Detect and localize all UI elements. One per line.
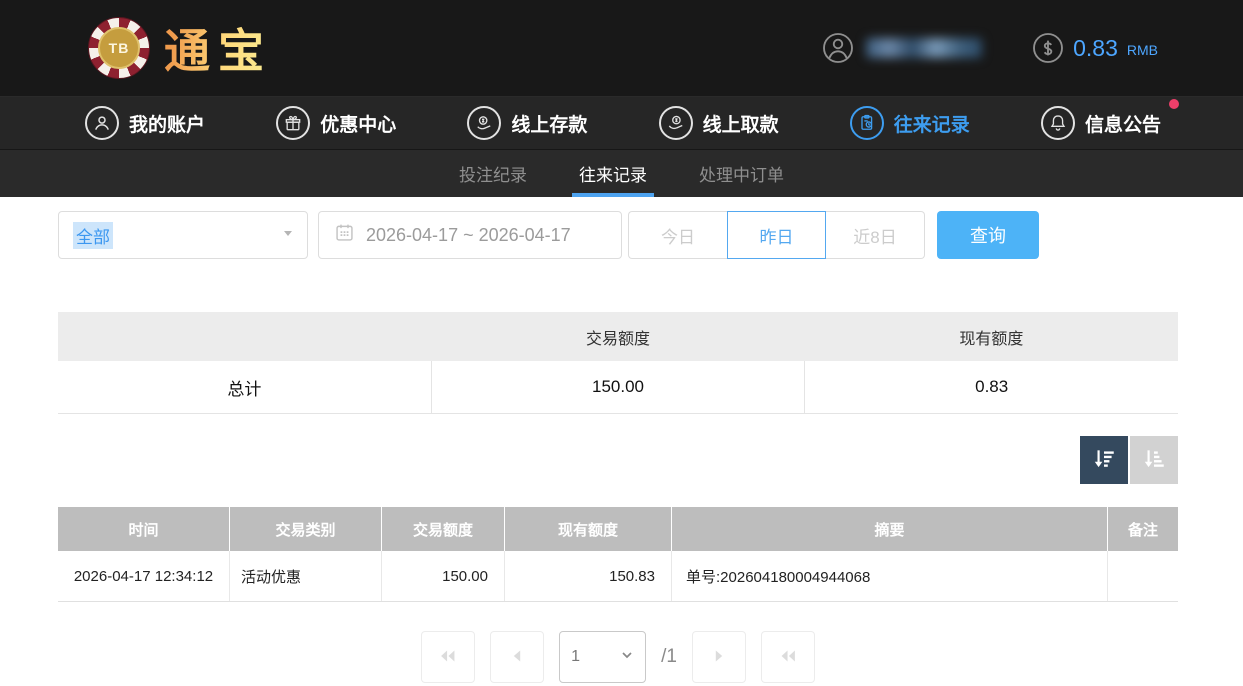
today-button[interactable]: 今日 [628,211,727,259]
chevron-down-icon [620,648,634,667]
nav-item-online-deposit[interactable]: 线上存款 [467,106,587,140]
records-icon [850,106,884,140]
cell-trade-amount: 150.00 [382,551,505,601]
summary-header-current-balance: 现有额度 [805,325,1178,349]
header-time: 时间 [58,507,230,551]
brand-name: 通宝 [164,15,272,81]
table-row: 2026-04-17 12:34:12 活动优惠 150.00 150.83 单… [58,551,1178,602]
last-page-icon [777,645,799,670]
date-range-value: 2026-04-17 ~ 2026-04-17 [366,225,571,246]
next-page-button[interactable] [692,631,746,683]
sort-descending-button[interactable] [1080,436,1128,484]
last-page-button[interactable] [761,631,815,683]
username-blurred [866,38,982,58]
nav-label: 往来记录 [894,110,970,137]
nav-item-online-withdraw[interactable]: 线上取款 [659,106,779,140]
nav-label: 线上取款 [703,110,779,137]
sort-descending-icon [1091,446,1117,475]
prev-page-icon [506,645,528,670]
next-page-icon [708,645,730,670]
quick-date-group: 今日 昨日 近8日 [628,211,925,259]
filter-row: 全部 2026-04-17 ~ 2026-04-17 今日 昨日 近8日 查询 [58,211,1178,259]
sort-ascending-button[interactable] [1130,436,1178,484]
topbar-right: 0.83 RMB [822,32,1158,64]
nav-label: 信息公告 [1085,110,1161,137]
records-header-row: 时间 交易类别 交易额度 现有额度 摘要 备注 [58,507,1178,551]
header-memo: 摘要 [672,507,1108,551]
gift-icon [276,106,310,140]
prev-page-button[interactable] [490,631,544,683]
type-select[interactable]: 全部 [58,211,308,259]
summary-header-trade-amount: 交易额度 [431,325,804,349]
page-select-value: 1 [571,648,580,666]
balance-currency: RMB [1127,38,1158,58]
cell-current-balance: 150.83 [505,551,672,601]
calendar-icon [334,222,355,248]
deposit-icon [467,106,501,140]
user-icon [822,32,854,64]
nav-item-transaction-records[interactable]: 往来记录 [850,106,970,140]
summary-current-balance: 0.83 [805,361,1178,413]
summary-total-label: 总计 [58,361,432,413]
notification-badge-dot [1169,99,1179,109]
date-range-picker[interactable]: 2026-04-17 ~ 2026-04-17 [318,211,622,259]
cell-time: 2026-04-17 12:34:12 [58,551,230,601]
yesterday-button[interactable]: 昨日 [727,211,826,259]
type-select-value: 全部 [73,222,113,249]
nav-label: 优惠中心 [320,110,396,137]
tab-betting-records[interactable]: 投注纪录 [459,150,527,197]
nav-item-my-account[interactable]: 我的账户 [85,106,205,140]
records-table: 时间 交易类别 交易额度 现有额度 摘要 备注 2026-04-17 12:34… [58,507,1178,602]
sort-ascending-icon [1141,446,1167,475]
summary-header-row: 交易额度 现有额度 [58,312,1178,361]
tab-transaction-records[interactable]: 往来记录 [579,150,647,197]
summary-trade-amount: 150.00 [432,361,806,413]
content-area: 全部 2026-04-17 ~ 2026-04-17 今日 昨日 近8日 查询 [0,211,1243,683]
summary-total-row: 总计 150.00 0.83 [58,361,1178,414]
page-total: /1 [661,646,677,668]
header-transaction-type: 交易类别 [230,507,382,551]
chip-label: TB [98,27,140,69]
last-8-days-button[interactable]: 近8日 [826,211,925,259]
user-icon [85,106,119,140]
cell-transaction-type: 活动优惠 [230,551,382,601]
dollar-coin-icon [1032,32,1064,64]
chevron-down-icon [282,226,294,244]
nav-label: 线上存款 [511,110,587,137]
page-select[interactable]: 1 [559,631,646,683]
pagination: 1 /1 [58,631,1178,683]
balance-amount: 0.83 [1073,35,1118,62]
withdraw-icon [659,106,693,140]
cell-note [1108,551,1178,601]
nav-item-announcements[interactable]: 信息公告 [1041,106,1161,140]
summary-table: 交易额度 现有额度 总计 150.00 0.83 [58,312,1178,414]
header-note: 备注 [1108,507,1178,551]
first-page-button[interactable] [421,631,475,683]
poker-chip-icon: TB [88,17,150,79]
nav-label: 我的账户 [129,110,205,137]
main-nav: 我的账户 优惠中心 线上存款 线上取款 [0,97,1243,149]
bell-icon [1041,106,1075,140]
sort-controls [58,436,1178,484]
top-header: TB 通宝 0.83 RMB [0,0,1243,97]
sub-nav: 投注纪录 往来记录 处理中订单 [0,149,1243,197]
header-trade-amount: 交易额度 [382,507,505,551]
header-current-balance: 现有额度 [505,507,672,551]
tab-processing-orders[interactable]: 处理中订单 [699,150,784,197]
user-block[interactable] [822,32,982,64]
balance-block[interactable]: 0.83 RMB [1032,32,1158,64]
search-button[interactable]: 查询 [937,211,1039,259]
cell-memo: 单号:202604180004944068 [672,551,1108,601]
nav-item-promotions[interactable]: 优惠中心 [276,106,396,140]
first-page-icon [437,645,459,670]
brand-logo[interactable]: TB 通宝 [88,15,272,81]
